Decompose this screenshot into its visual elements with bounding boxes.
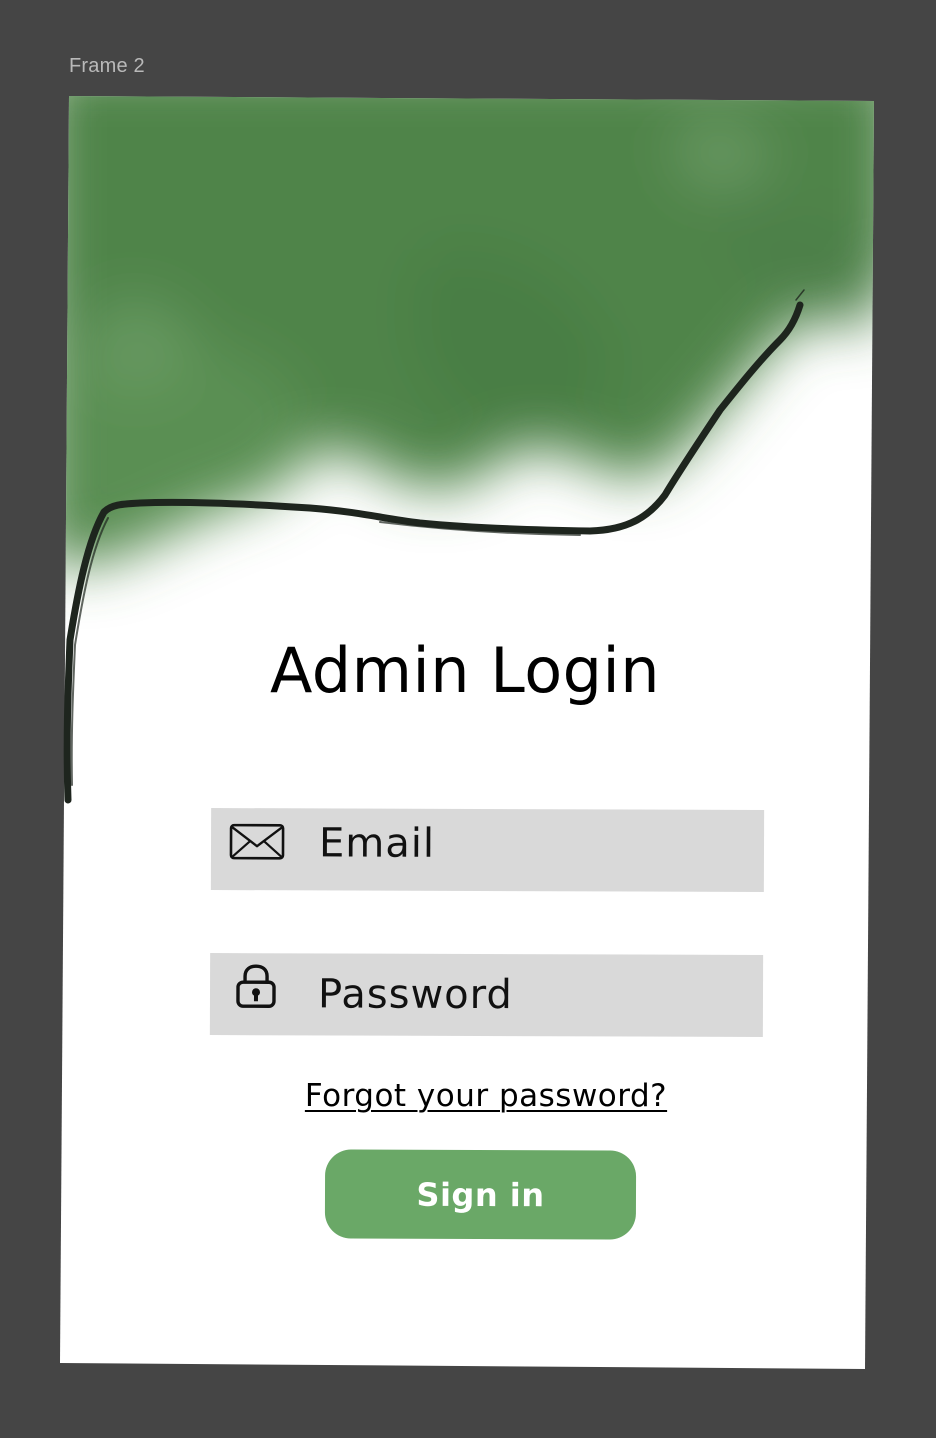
padlock-icon <box>236 964 276 1008</box>
forgot-password-link[interactable]: Forgot your password? <box>300 1078 672 1114</box>
email-field[interactable] <box>210 808 765 892</box>
envelope-icon <box>229 823 285 860</box>
password-input[interactable] <box>317 971 739 1019</box>
design-canvas: Frame 2 Admin Login Email Forgot your pa… <box>0 0 936 1438</box>
sign-in-button[interactable]: Sign in <box>324 1149 637 1240</box>
page-title: Admin Login <box>269 634 661 707</box>
email-input[interactable] <box>318 820 740 868</box>
login-frame: Admin Login Forgot your password? Sign i… <box>0 0 936 1438</box>
password-field[interactable] <box>209 953 764 1037</box>
